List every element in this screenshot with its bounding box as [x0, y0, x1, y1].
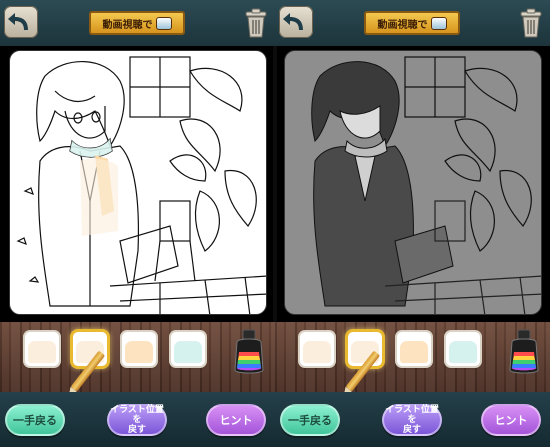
- color-swatch-4[interactable]: [446, 332, 480, 366]
- rainbow-ink-bottle-button[interactable]: [506, 328, 542, 376]
- coloring-panel-right: 動画視聴で 一手戻る イラスト位置を 戻す ヒント: [275, 0, 550, 447]
- swatch-fill: [174, 341, 202, 363]
- hint-button[interactable]: ヒント: [481, 404, 541, 436]
- ink-chest-icon: [155, 16, 172, 30]
- swatch-fill: [449, 341, 477, 363]
- line-art-illustration: [16, 56, 266, 314]
- undo-arrow-icon: [8, 13, 28, 30]
- watch-video-badge[interactable]: 動画視聴で: [89, 11, 185, 35]
- watch-video-badge[interactable]: 動画視聴で: [364, 11, 460, 35]
- swatch-fill: [303, 341, 331, 363]
- trash-icon: [245, 8, 267, 38]
- rainbow-ink-bottle-icon: [234, 329, 264, 374]
- color-swatch-3[interactable]: [397, 332, 431, 366]
- color-swatch-1[interactable]: [300, 332, 334, 366]
- swatch-fill: [28, 341, 56, 363]
- reset-label-line-1: イラスト位置を: [385, 405, 439, 425]
- undo-move-label: 一手戻る: [288, 413, 332, 427]
- reset-illustration-position-button[interactable]: イラスト位置を 戻す: [382, 404, 442, 436]
- swatch-fill: [125, 341, 153, 363]
- watch-video-label: 動画視聴で: [377, 19, 428, 31]
- reset-illustration-label: イラスト位置を 戻す: [109, 405, 165, 435]
- undo-arrow-button[interactable]: [4, 6, 38, 38]
- watch-video-label: 動画視聴で: [102, 19, 153, 31]
- reset-illustration-label: イラスト位置を 戻す: [384, 405, 440, 435]
- top-toolbar: 動画視聴で: [0, 0, 275, 46]
- undo-arrow-button[interactable]: [279, 6, 313, 38]
- coloring-panel-left: 動画視聴で 一手戻る イラスト位置を 戻す ヒント: [0, 0, 275, 447]
- hint-button[interactable]: ヒント: [206, 404, 266, 436]
- bottom-action-bar: 一手戻る イラスト位置を 戻す ヒント: [0, 392, 275, 447]
- color-swatch-3[interactable]: [122, 332, 156, 366]
- trash-button[interactable]: [518, 6, 544, 40]
- reset-label-line-1: イラスト位置を: [110, 405, 164, 425]
- reset-label-line-2: 戻す: [402, 425, 421, 435]
- ink-chest-icon: [430, 16, 447, 30]
- undo-move-button[interactable]: 一手戻る: [5, 404, 65, 436]
- line-art-canvas[interactable]: [9, 50, 267, 315]
- top-toolbar: 動画視聴で: [275, 0, 550, 46]
- rainbow-ink-bottle-icon: [509, 329, 539, 374]
- trash-icon: [520, 8, 542, 38]
- bottom-action-bar: 一手戻る イラスト位置を 戻す ヒント: [275, 392, 550, 447]
- undo-move-button[interactable]: 一手戻る: [280, 404, 340, 436]
- reset-illustration-position-button[interactable]: イラスト位置を 戻す: [107, 404, 167, 436]
- hint-label: ヒント: [219, 413, 253, 427]
- undo-arrow-icon: [283, 13, 303, 30]
- color-swatch-4[interactable]: [171, 332, 205, 366]
- line-art-illustration: [311, 56, 541, 314]
- color-palette: [275, 322, 550, 392]
- swatch-fill: [400, 341, 428, 363]
- rainbow-ink-bottle-button[interactable]: [231, 328, 267, 376]
- reset-label-line-2: 戻す: [127, 425, 146, 435]
- color-palette: [0, 322, 275, 392]
- line-art-canvas-grayscale[interactable]: [284, 50, 542, 315]
- trash-button[interactable]: [243, 6, 269, 40]
- undo-move-label: 一手戻る: [13, 413, 57, 427]
- color-swatch-1[interactable]: [25, 332, 59, 366]
- hint-label: ヒント: [494, 413, 528, 427]
